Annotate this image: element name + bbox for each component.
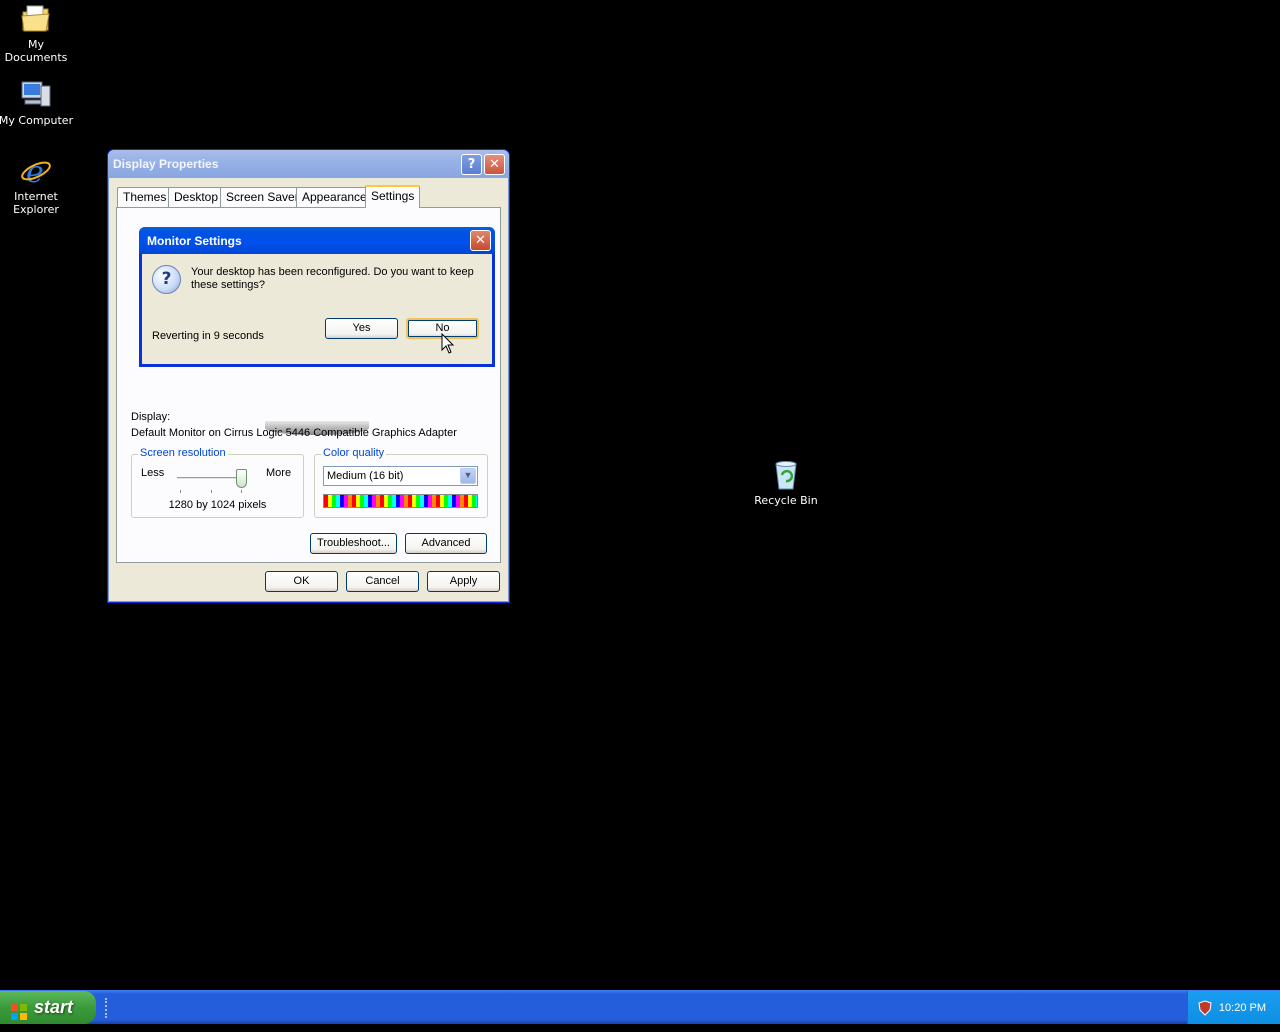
mouse-cursor-icon (441, 332, 455, 355)
tab-appearance[interactable]: Appearance (296, 187, 373, 207)
color-spectrum-bar (323, 494, 478, 508)
tab-themes[interactable]: Themes (117, 187, 173, 207)
windows-flag-icon (10, 999, 28, 1020)
desktop-icon-label: My Computer (0, 114, 74, 127)
resolution-slider-thumb[interactable] (236, 469, 247, 488)
slider-tick (180, 490, 181, 493)
cancel-button[interactable]: Cancel (346, 571, 419, 592)
color-quality-group: Color quality Medium (16 bit) ▼ (314, 447, 488, 518)
color-quality-select[interactable]: Medium (16 bit) ▼ (323, 466, 478, 486)
window-title: Display Properties (113, 157, 219, 171)
window-titlebar[interactable]: Display Properties ? ✕ (108, 150, 509, 178)
desktop-icon-label: Recycle Bin (754, 494, 818, 507)
desktop-icon-internet-explorer[interactable]: e Internet Explorer (0, 154, 74, 216)
troubleshoot-button[interactable]: Troubleshoot... (310, 533, 397, 554)
tab-desktop[interactable]: Desktop (168, 187, 225, 207)
question-icon: ? (152, 265, 181, 294)
slider-less-label: Less (141, 467, 165, 479)
help-button[interactable]: ? (461, 154, 482, 175)
chevron-down-icon[interactable]: ▼ (460, 468, 476, 484)
computer-icon (19, 78, 53, 112)
advanced-button[interactable]: Advanced (405, 533, 487, 554)
folder-icon (19, 2, 53, 36)
desktop-icon-label: Internet Explorer (13, 190, 59, 216)
ok-button[interactable]: OK (265, 571, 338, 592)
tab-settings[interactable]: Settings (365, 185, 421, 208)
yes-button[interactable]: Yes (325, 318, 398, 339)
display-label: Display: (131, 411, 171, 423)
taskbar: start 10:20 PM (0, 990, 1280, 1024)
desktop-icon-label: My Documents (4, 38, 68, 64)
display-value: Default Monitor on Cirrus Logic 5446 Com… (131, 427, 457, 439)
slider-tick (211, 490, 212, 493)
system-tray: 10:20 PM (1187, 991, 1280, 1024)
taskbar-grip[interactable] (105, 998, 109, 1018)
color-quality-title: Color quality (321, 447, 387, 459)
slider-tick (241, 490, 242, 493)
screen-resolution-group: Screen resolution Less More 1280 by 1024… (131, 447, 304, 518)
dialog-message: Your desktop has been reconfigured. Do y… (191, 266, 474, 291)
display-properties-window: Display Properties ? ✕ Themes Desktop Sc… (107, 149, 510, 603)
screen-resolution-title: Screen resolution (138, 447, 228, 459)
resolution-value: 1280 by 1024 pixels (168, 499, 267, 511)
svg-text:e: e (26, 155, 44, 188)
dialog-titlebar[interactable]: Monitor Settings ✕ (139, 227, 495, 254)
slider-more-label: More (266, 467, 292, 479)
tab-screen-saver[interactable]: Screen Saver (220, 187, 305, 207)
security-shield-icon[interactable] (1198, 1000, 1212, 1016)
start-button[interactable]: start (0, 991, 96, 1024)
recycle-bin-icon (769, 458, 803, 492)
clock[interactable]: 10:20 PM (1219, 1002, 1266, 1014)
start-label: start (34, 997, 74, 1017)
close-button[interactable]: ✕ (484, 154, 505, 175)
revert-countdown: Reverting in 9 seconds (152, 330, 264, 342)
apply-button[interactable]: Apply (427, 571, 500, 592)
desktop-icon-recycle-bin[interactable]: Recycle Bin (748, 458, 824, 507)
desktop-icon-my-computer[interactable]: My Computer (0, 78, 74, 127)
dialog-close-button[interactable]: ✕ (470, 230, 491, 251)
dialog-title: Monitor Settings (147, 234, 242, 248)
desktop-icon-my-documents[interactable]: My Documents (0, 2, 74, 64)
internet-explorer-icon: e (19, 154, 53, 190)
color-quality-selected: Medium (16 bit) (327, 470, 404, 482)
